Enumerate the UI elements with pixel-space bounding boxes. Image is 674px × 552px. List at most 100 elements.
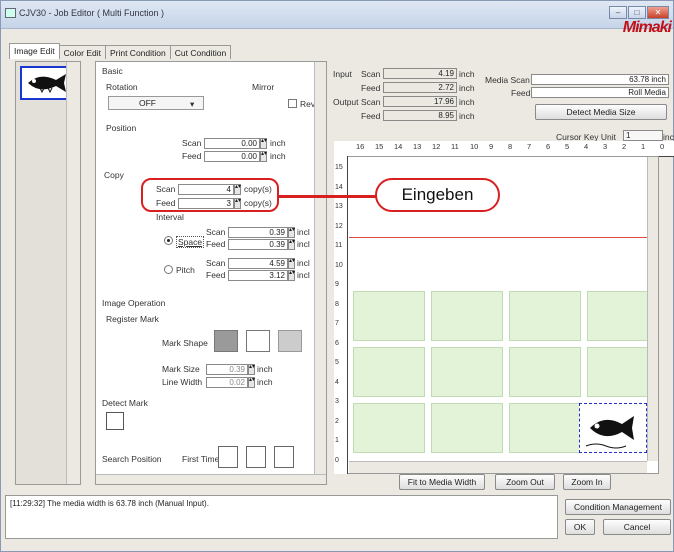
mark-size-stepper[interactable]: ▴▾: [248, 364, 255, 375]
unit-label: incl: [297, 239, 310, 249]
ruler-tick-label: 9: [489, 142, 494, 151]
ruler-tick-label: 8: [335, 300, 339, 308]
image-operation-header: Image Operation: [102, 298, 166, 308]
detect-media-size-button[interactable]: Detect Media Size: [535, 104, 667, 120]
close-button[interactable]: ✕: [647, 6, 669, 19]
ruler-tick-label: 4: [584, 142, 589, 151]
minimize-button[interactable]: –: [609, 6, 627, 19]
space-feed-label: Feed: [206, 239, 226, 249]
mark-shape-label: Mark Shape: [162, 338, 208, 348]
tab-cut-condition[interactable]: Cut Condition: [169, 45, 232, 59]
copy-cell: [353, 403, 425, 453]
space-feed-input[interactable]: 0.39: [228, 239, 288, 250]
search-position-option-1[interactable]: [218, 446, 238, 468]
ruler-tick-label: 12: [432, 142, 441, 151]
line-width-label: Line Width: [162, 377, 203, 387]
media-scan-label: Media Scan: [485, 75, 530, 85]
ruler-tick-label: 9: [335, 281, 339, 288]
tab-color-edit[interactable]: Color Edit: [58, 45, 106, 59]
search-position-option-3[interactable]: [274, 446, 294, 468]
ruler-tick-label: 0: [335, 456, 339, 464]
ok-button[interactable]: OK: [565, 519, 595, 535]
maximize-button[interactable]: □: [628, 6, 646, 19]
ruler-tick-label: 15: [335, 164, 343, 171]
pos-scan-stepper[interactable]: ▴▾: [260, 138, 267, 149]
unit-label: inch: [257, 364, 273, 374]
mark-shape-option-1[interactable]: [214, 330, 238, 352]
input-feed-value: 2.72: [383, 82, 457, 93]
media-edge-line: [349, 237, 658, 238]
space-scan-input[interactable]: 0.39: [228, 227, 288, 238]
unit-label: inch: [270, 151, 286, 161]
unit-label: incl: [297, 270, 310, 280]
pitch-scan-stepper[interactable]: ▴▾: [288, 258, 295, 269]
pos-scan-input[interactable]: 0.00: [204, 138, 260, 149]
media-scan-value: 63.78 inch: [531, 74, 669, 85]
ruler-tick-label: 11: [451, 142, 459, 151]
unit-label: incl: [297, 258, 310, 268]
unit-label: inch: [459, 83, 475, 93]
space-feed-stepper[interactable]: ▴▾: [288, 239, 295, 250]
space-scan-stepper[interactable]: ▴▾: [288, 227, 295, 238]
ruler-tick-label: 8: [508, 142, 513, 151]
fish-icon: [585, 416, 634, 449]
annotation-highlight: [141, 178, 279, 212]
window-title: CJV30 - Job Editor ( Multi Function ): [19, 8, 165, 18]
properties-hscrollbar[interactable]: [96, 474, 326, 484]
canvas-hscrollbar[interactable]: [349, 461, 647, 473]
mark-shape-option-2[interactable]: [246, 330, 270, 352]
rev-label: Rev: [300, 99, 316, 109]
pitch-scan-input[interactable]: 4.59: [228, 258, 288, 269]
cursor-key-unit-select[interactable]: 1: [623, 130, 663, 141]
output-scan-value: 17.96: [383, 96, 457, 107]
pitch-feed-stepper[interactable]: ▴▾: [288, 270, 295, 281]
copy-cell: [509, 403, 581, 453]
message-log: [11:29:32] The media width is 63.78 inch…: [5, 495, 558, 539]
pos-feed-input[interactable]: 0.00: [204, 151, 260, 162]
zoom-in-button[interactable]: Zoom In: [563, 474, 611, 490]
mimaki-logo: Mimaki: [622, 19, 672, 36]
search-position-option-2[interactable]: [246, 446, 266, 468]
media-info: Media Scan 63.78 inch Feed Roll Media De…: [483, 61, 674, 125]
rev-checkbox[interactable]: [288, 99, 297, 108]
fit-to-media-width-button[interactable]: Fit to Media Width: [399, 474, 485, 490]
rotation-label: Rotation: [106, 82, 138, 92]
output-feed-label: Feed: [361, 111, 381, 121]
tab-print-condition[interactable]: Print Condition: [104, 45, 171, 59]
ruler-tick-label: 15: [375, 142, 384, 151]
title-bar: CJV30 - Job Editor ( Multi Function ) – …: [1, 1, 673, 29]
ruler-tick-label: 10: [335, 261, 343, 269]
copy-cell: [431, 291, 503, 341]
detect-mark-label: Detect Mark: [102, 398, 148, 408]
ruler-tick-label: 1: [335, 437, 339, 444]
tab-image-edit[interactable]: Image Edit: [9, 43, 60, 59]
first-time-label: First Time: [182, 454, 220, 464]
ruler-tick-label: 3: [335, 398, 339, 405]
detect-mark-icon[interactable]: [106, 412, 124, 430]
ruler-tick-label: 2: [622, 142, 627, 151]
line-width-input[interactable]: 0.02: [206, 377, 248, 388]
ruler-tick-label: 14: [394, 142, 403, 151]
canvas-vscrollbar[interactable]: [647, 157, 658, 461]
ruler-tick-label: 3: [603, 142, 608, 151]
thumbnail-list[interactable]: [15, 61, 81, 485]
pos-scan-label: Scan: [182, 138, 202, 148]
pitch-radio[interactable]: [164, 265, 173, 274]
mark-size-input[interactable]: 0.39: [206, 364, 248, 375]
space-radio[interactable]: [164, 236, 173, 245]
pos-feed-stepper[interactable]: ▴▾: [260, 151, 267, 162]
line-width-stepper[interactable]: ▴▾: [248, 377, 255, 388]
ruler-tick-label: 5: [565, 142, 570, 151]
properties-panel: Basic Rotation Mirror OFF ▾ Rev Position…: [95, 61, 327, 485]
properties-scrollbar[interactable]: [314, 62, 326, 474]
condition-management-button[interactable]: Condition Management: [565, 499, 671, 515]
chevron-down-icon: ▾: [190, 99, 195, 109]
ruler-tick-label: 7: [335, 320, 339, 327]
pitch-feed-input[interactable]: 3.12: [228, 270, 288, 281]
zoom-out-button[interactable]: Zoom Out: [495, 474, 555, 490]
mark-shape-option-3[interactable]: [278, 330, 302, 352]
cancel-button[interactable]: Cancel: [603, 519, 671, 535]
ruler-tick-label: 1: [641, 142, 646, 151]
selected-image[interactable]: [579, 403, 647, 453]
thumbnail-scrollbar[interactable]: [66, 62, 80, 484]
